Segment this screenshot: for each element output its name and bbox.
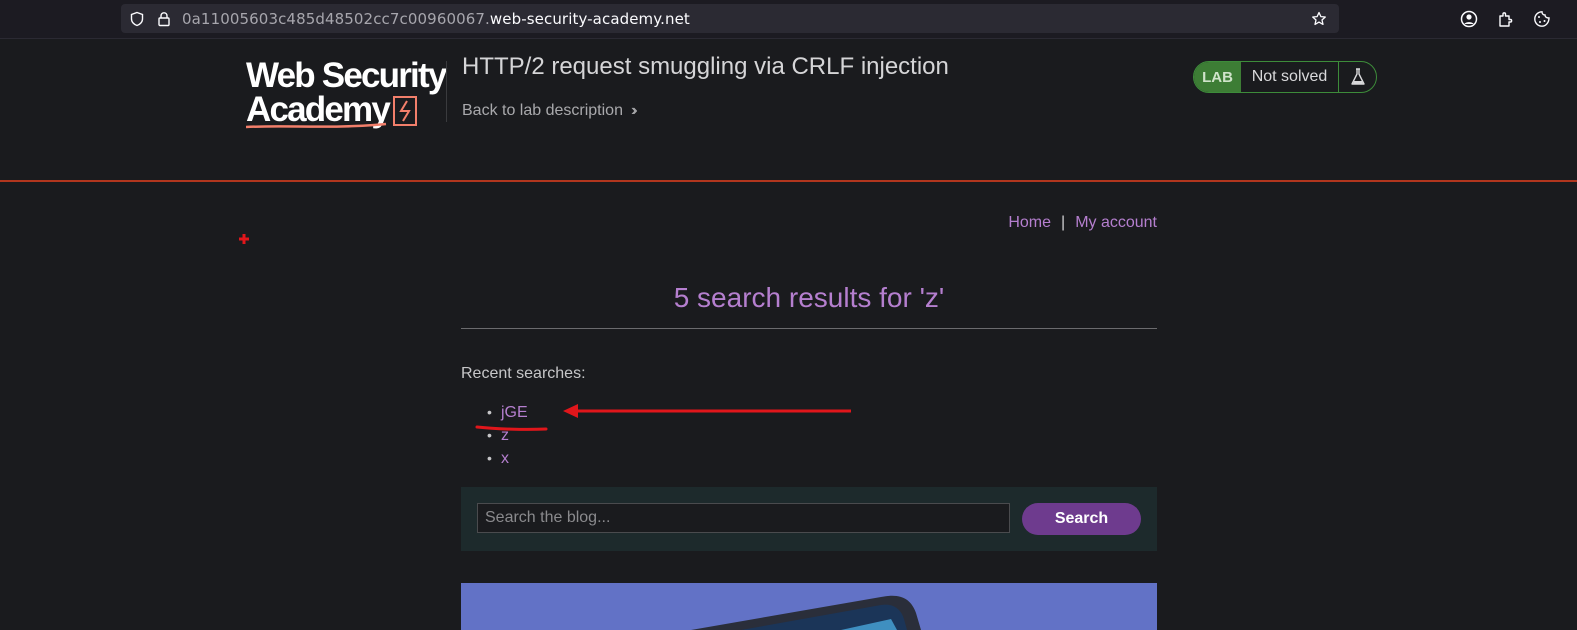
recent-searches-label: Recent searches:	[461, 365, 586, 382]
logo-separator	[446, 61, 447, 122]
red-cross-marker-icon	[239, 234, 249, 244]
url-domain: web-security-academy.net	[489, 10, 690, 28]
heading-divider	[461, 328, 1157, 329]
account-icon[interactable]	[1460, 10, 1478, 28]
lock-icon[interactable]	[156, 11, 172, 27]
recent-search-item: z	[487, 427, 528, 450]
recent-search-link[interactable]: z	[501, 427, 509, 444]
browser-toolbar: 0a11005603c485d48502cc7c00960067.web-sec…	[0, 0, 1577, 39]
recent-search-link[interactable]: x	[501, 450, 509, 467]
web-security-academy-logo[interactable]: Web Security Academy	[246, 58, 447, 129]
annotation-arrowhead	[563, 404, 578, 418]
search-results-heading: 5 search results for 'z'	[673, 282, 945, 313]
recent-search-link[interactable]: jGE	[501, 404, 528, 421]
url-bar[interactable]: 0a11005603c485d48502cc7c00960067.web-sec…	[121, 4, 1339, 33]
url-subdomain: 0a11005603c485d48502cc7c00960067.	[182, 10, 490, 28]
blog-search-panel: Search	[461, 487, 1157, 551]
blog-post-image[interactable]	[461, 583, 1157, 630]
shield-icon[interactable]	[129, 11, 145, 27]
lab-status-widget: LAB Not solved	[1193, 61, 1377, 93]
lab-header: Web Security Academy HTTP/2 request smug…	[0, 39, 1577, 182]
back-link-label: Back to lab description	[462, 102, 623, 119]
extensions-icon[interactable]	[1497, 10, 1515, 28]
recent-search-item: jGE	[487, 404, 528, 427]
cookie-icon[interactable]	[1533, 10, 1551, 28]
nav-my-account-link[interactable]: My account	[1075, 214, 1157, 231]
lab-badge: LAB	[1194, 62, 1241, 92]
bookmark-star-icon[interactable]	[1311, 11, 1327, 27]
logo-bolt-icon	[246, 96, 417, 129]
nav-home-link[interactable]: Home	[1008, 214, 1051, 231]
double-chevron-right-icon: ››	[630, 102, 637, 119]
lab-title: HTTP/2 request smuggling via CRLF inject…	[462, 53, 949, 80]
top-nav: Home | My account	[1008, 214, 1157, 232]
blog-search-input[interactable]	[477, 503, 1010, 533]
nav-separator: |	[1061, 214, 1066, 231]
flask-icon	[1339, 62, 1376, 92]
recent-searches-list: jGE z x	[487, 404, 528, 473]
lab-status-text: Not solved	[1241, 62, 1339, 92]
search-button[interactable]: Search	[1022, 503, 1141, 535]
recent-search-item: x	[487, 450, 528, 473]
back-to-lab-description-link[interactable]: Back to lab description ››	[462, 102, 637, 120]
url-text[interactable]: 0a11005603c485d48502cc7c00960067.web-sec…	[182, 10, 690, 28]
